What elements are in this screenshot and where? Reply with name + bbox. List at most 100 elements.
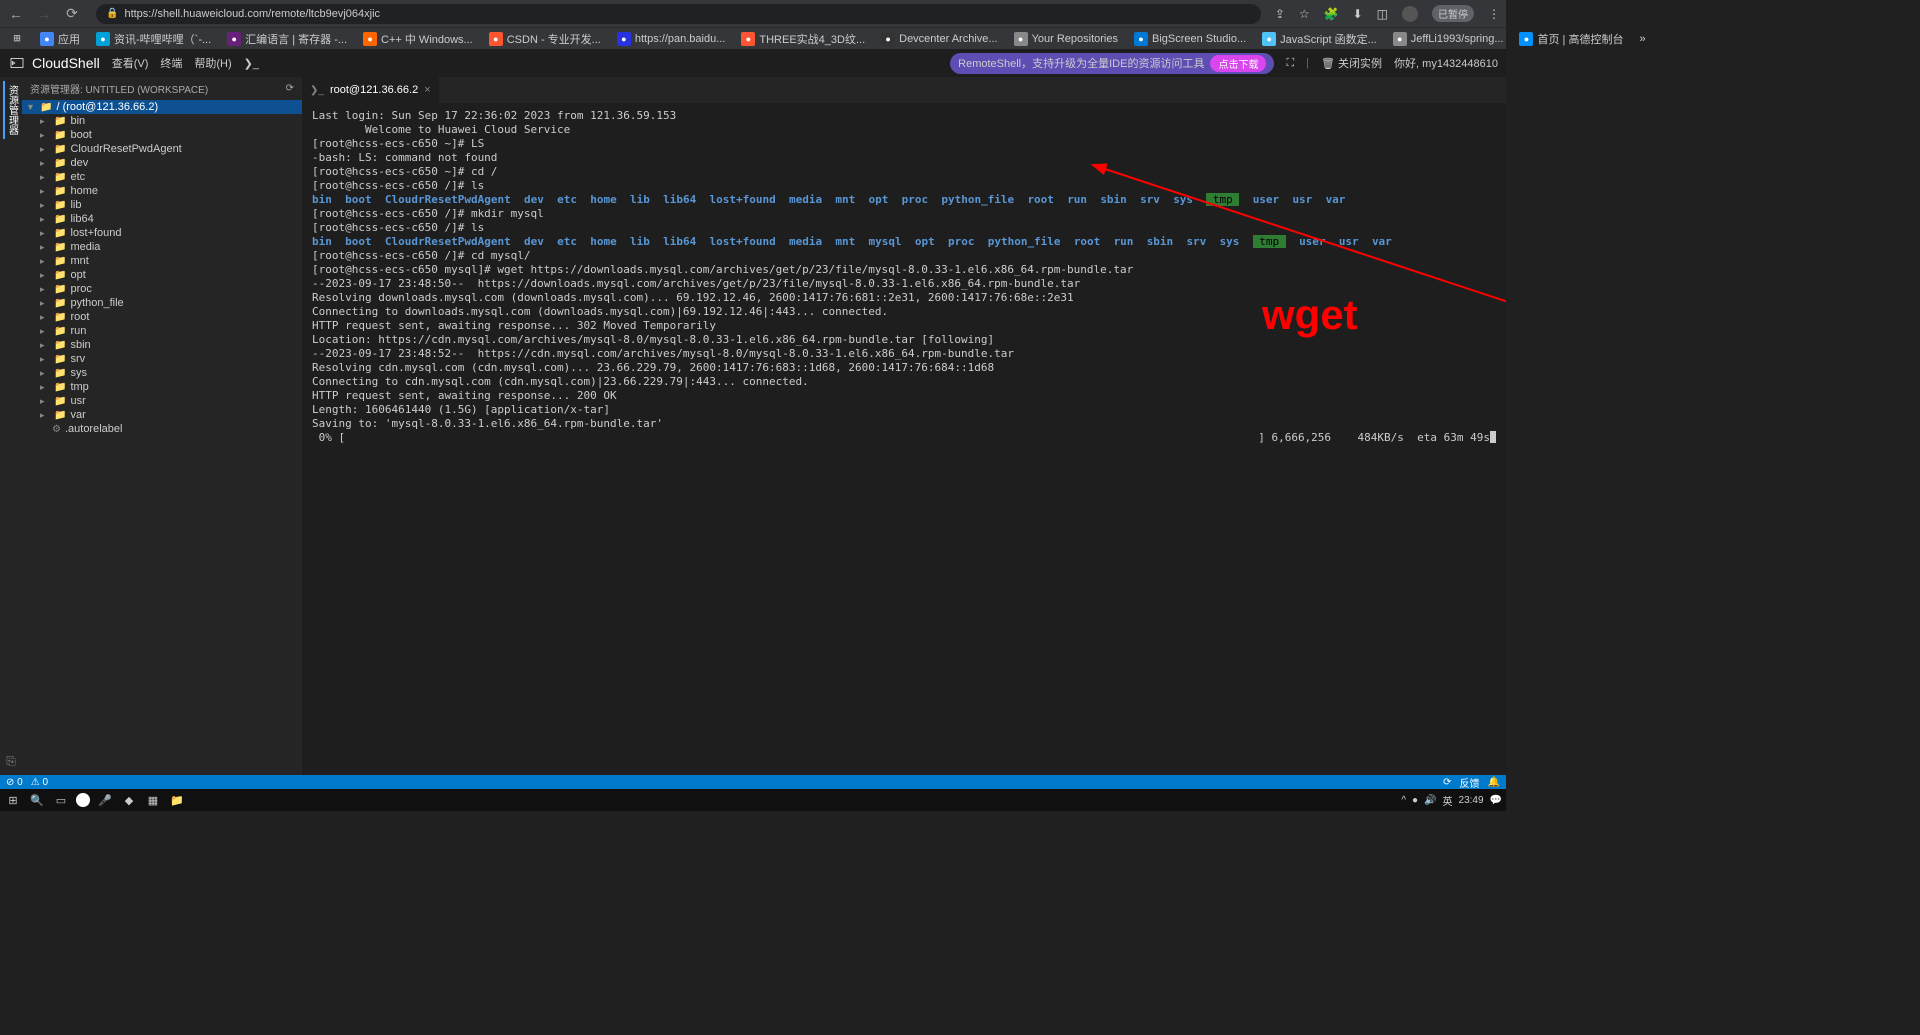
url-bar[interactable]: 🔒 https://shell.huaweicloud.com/remote/l… [96,4,1261,24]
tree-folder[interactable]: ▸📁bin [22,114,302,128]
tray-icon-1[interactable]: ● [1412,795,1418,806]
folder-icon: 📁 [54,256,66,267]
promo-pill: RemoteShell，支持升级为全量IDE的资源访问工具 点击下载 [950,53,1274,74]
tree-folder[interactable]: ▸📁proc [22,282,302,296]
notification-icon[interactable]: 💬 [1490,795,1502,806]
copy-icon[interactable]: ⎘ [6,754,16,769]
tree-item-label: tmp [70,381,88,393]
tree-root[interactable]: ▼📁/ (root@121.36.66.2) [22,100,302,114]
tree-folder[interactable]: ▸📁dev [22,156,302,170]
tree-item-label: opt [70,269,85,281]
tree-folder[interactable]: ▸📁var [22,408,302,422]
search-button[interactable]: 🔍 [28,791,46,809]
tree-folder[interactable]: ▸📁mnt [22,254,302,268]
folder-icon: 📁 [54,410,66,421]
terminal-prompt-icon[interactable]: ❯_ [244,57,259,70]
bookmark-item[interactable]: ●JeffLi1993/spring... [1389,32,1508,46]
task-view-button[interactable]: ▭ [52,791,70,809]
chrome-taskbar-icon[interactable] [76,793,90,807]
tree-folder[interactable]: ▸📁lib [22,198,302,212]
tree-folder[interactable]: ▸📁opt [22,268,302,282]
terminal[interactable]: Last login: Sun Sep 17 22:36:02 2023 fro… [302,103,1506,775]
bookmark-item[interactable]: ●https://pan.baidu... [613,32,730,46]
side-panel-icon[interactable]: ◫ [1377,7,1388,21]
extensions-icon[interactable]: 🧩 [1324,7,1339,21]
folder-icon: 📁 [54,186,66,197]
tree-folder[interactable]: ▸📁home [22,184,302,198]
bookmark-item[interactable]: ●C++ 中 Windows... [359,31,477,47]
menu-help[interactable]: 帮助(H) [194,55,231,71]
tree-folder[interactable]: ▸📁python_file [22,296,302,310]
start-button[interactable]: ⊞ [4,791,22,809]
bookmark-label: CSDN - 专业开发... [507,31,601,47]
file-explorer-taskbar-icon[interactable]: 📁 [168,791,186,809]
refresh-icon[interactable]: ⟳ [286,83,294,94]
cloudshell-topbar: CloudShell 查看(V) 终端 帮助(H) ❯_ RemoteShell… [0,49,1506,77]
tree-folder[interactable]: ▸📁root [22,310,302,324]
tree-folder[interactable]: ▸📁etc [22,170,302,184]
bell-icon[interactable]: 🔔 [1488,777,1500,788]
bookmark-item[interactable]: ●THREE实战4_3D纹... [737,31,869,47]
bookmark-item[interactable]: ●应用 [36,31,84,47]
tree-folder[interactable]: ▸📁media [22,240,302,254]
bookmark-item[interactable]: ●汇编语言 | 寄存器 -... [223,31,351,47]
tab-terminal[interactable]: ❯_ root@121.36.66.2 × [302,77,439,103]
tray-ime[interactable]: 英 [1443,793,1453,808]
bookmark-item[interactable]: ●Devcenter Archive... [877,32,1001,46]
promo-download-button[interactable]: 点击下载 [1210,55,1266,72]
bookmark-item[interactable]: ●CSDN - 专业开发... [485,31,605,47]
close-icon[interactable]: × [424,84,430,96]
bookmark-item[interactable]: ●首页 | 高德控制台 [1515,31,1627,47]
feedback-button[interactable]: 反馈 [1460,775,1480,790]
sync-icon[interactable]: ⟳ [1443,777,1451,788]
bookmark-item[interactable]: ●JavaScript 函数定... [1258,31,1381,47]
bookmark-item[interactable]: ●Your Repositories [1010,32,1122,46]
favicon: ● [881,32,895,46]
favicon: ● [1014,32,1028,46]
bookmark-item[interactable]: ●BigScreen Studio... [1130,32,1250,46]
bookmark-item[interactable]: ●资讯-哔哩哔哩（`-... [92,31,215,47]
menu-terminal[interactable]: 终端 [160,55,182,71]
tree-folder[interactable]: ▸📁boot [22,128,302,142]
bookmark-star-icon[interactable]: ☆ [1299,7,1310,21]
folder-icon: 📁 [54,354,66,365]
menu-dots-icon[interactable]: ⋮ [1488,7,1500,21]
tree-folder[interactable]: ▸📁run [22,324,302,338]
folder-icon: 📁 [54,116,66,127]
favicon: ● [741,32,755,46]
back-button[interactable]: ← [6,6,26,22]
folder-icon: 📁 [54,130,66,141]
tree-folder[interactable]: ▸📁lib64 [22,212,302,226]
reload-button[interactable]: ⟳ [62,5,82,22]
download-icon[interactable]: ⬇ [1353,7,1363,21]
profile-icon[interactable] [1402,6,1418,22]
status-warnings[interactable]: ⚠ 0 [31,777,48,788]
close-instance-button[interactable]: 🗑 关闭实例 [1321,55,1382,71]
tree-folder[interactable]: ▸📁srv [22,352,302,366]
folder-icon: 📁 [54,158,66,169]
tree-file[interactable]: ⚙.autorelabel [22,422,302,436]
apps-button[interactable]: ⊞ [6,32,28,46]
forward-button[interactable]: → [34,6,54,22]
tree-folder[interactable]: ▸📁sbin [22,338,302,352]
status-errors[interactable]: ⊘ 0 [6,777,23,788]
menu-view[interactable]: 查看(V) [112,55,149,71]
folder-icon: 📁 [54,270,66,281]
bookmark-label: https://pan.baidu... [635,33,726,45]
app-icon-2[interactable]: ▦ [144,791,162,809]
tray-volume-icon[interactable]: 🔊 [1424,795,1436,806]
tree-folder[interactable]: ▸📁lost+found [22,226,302,240]
fullscreen-icon[interactable]: ⛶ [1286,57,1294,70]
tree-folder[interactable]: ▸📁sys [22,366,302,380]
folder-icon: 📁 [54,200,66,211]
tray-chevron-icon[interactable]: ^ [1401,795,1406,806]
folder-icon: 📁 [54,242,66,253]
explorer-tab[interactable]: 资源管理器 [3,81,20,139]
app-icon-1[interactable]: ◆ [120,791,138,809]
bookmarks-overflow[interactable]: » [1635,33,1649,45]
tree-folder[interactable]: ▸📁CloudrResetPwdAgent [22,142,302,156]
mic-icon[interactable]: 🎤 [96,791,114,809]
tree-folder[interactable]: ▸📁usr [22,394,302,408]
tree-folder[interactable]: ▸📁tmp [22,380,302,394]
share-icon[interactable]: ⇪ [1275,7,1285,21]
